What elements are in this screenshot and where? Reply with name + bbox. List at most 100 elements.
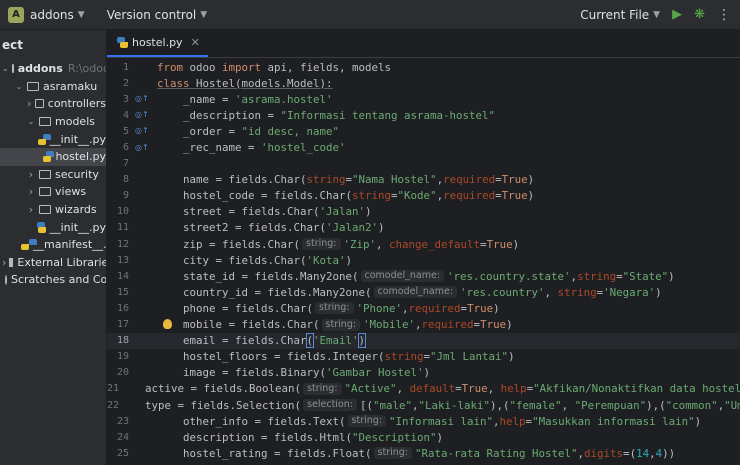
gutter[interactable] — [129, 204, 157, 220]
gutter[interactable] — [129, 75, 157, 91]
chevron-right-icon[interactable]: › — [26, 97, 32, 110]
line-number[interactable]: 23 — [107, 416, 129, 427]
line-number[interactable]: 21 — [107, 383, 119, 394]
code-line[interactable]: 25 hostel_rating = fields.Float(string: "… — [107, 445, 740, 461]
line-number[interactable]: 17 — [107, 319, 129, 330]
line-number[interactable]: 4 — [107, 110, 129, 121]
line-number[interactable]: 12 — [107, 239, 129, 250]
line-number[interactable]: 1 — [107, 62, 129, 73]
line-number[interactable]: 7 — [107, 158, 129, 169]
line-number[interactable]: 15 — [107, 287, 129, 298]
code-line[interactable]: 7 — [107, 156, 740, 172]
line-number[interactable]: 5 — [107, 126, 129, 137]
tree-item[interactable]: Scratches and Consoles — [0, 271, 106, 289]
gutter[interactable] — [129, 188, 157, 204]
code-line[interactable]: 15 country_id = fields.Many2one(comodel_… — [107, 284, 740, 300]
line-number[interactable]: 19 — [107, 351, 129, 362]
line-number[interactable]: 20 — [107, 367, 129, 378]
code-line[interactable]: 2 class Hostel(models.Model): — [107, 75, 740, 91]
code-line[interactable]: 8 name = fields.Char(string = "Nama Hostel… — [107, 172, 740, 188]
gutter[interactable] — [129, 156, 157, 172]
chevron-right-icon[interactable]: › — [26, 168, 36, 181]
code-line[interactable]: 13 city = fields.Char('Kota') — [107, 252, 740, 268]
line-number[interactable]: 9 — [107, 190, 129, 201]
tree-item[interactable]: ⌄ models — [0, 113, 106, 131]
code-line[interactable]: 5 ◎↑ _order = "id desc, name" — [107, 123, 740, 139]
chevron-right-icon[interactable]: › — [26, 203, 36, 216]
close-icon[interactable]: ✕ — [191, 36, 200, 49]
line-number[interactable]: 8 — [107, 174, 129, 185]
line-number[interactable]: 16 — [107, 303, 129, 314]
run-icon[interactable]: ▶ — [672, 7, 682, 22]
code-line[interactable]: 9 hostel_code = fields.Char(string = "Kode… — [107, 188, 740, 204]
line-number[interactable]: 14 — [107, 271, 129, 282]
run-config-selector[interactable]: Current File — [580, 8, 649, 22]
code-line[interactable]: 14 state_id = fields.Many2one(comodel_na… — [107, 268, 740, 284]
chevron-right-icon[interactable]: › — [26, 185, 36, 198]
code-line[interactable]: 18 email = fields.Char('Email') — [107, 332, 740, 349]
tree-item[interactable]: › security — [0, 166, 106, 184]
tree-item[interactable]: hostel.py — [0, 147, 106, 166]
gutter[interactable] — [129, 300, 157, 316]
project-badge[interactable]: A — [8, 6, 24, 23]
code-line[interactable]: 4 ◎↑ _description = "Informasi tentang as… — [107, 107, 740, 123]
gutter[interactable] — [129, 413, 157, 429]
tree-item[interactable]: __init__.py — [0, 130, 106, 148]
tree-item[interactable]: › controllers — [0, 95, 106, 113]
gutter[interactable] — [129, 333, 157, 349]
tab-hostel-py[interactable]: hostel.py ✕ — [107, 29, 208, 57]
gutter[interactable] — [129, 445, 157, 461]
line-number[interactable]: 6 — [107, 142, 129, 153]
line-number[interactable]: 24 — [107, 432, 129, 443]
override-marker-icon[interactable]: ◎↑ — [135, 110, 149, 119]
chevron-down-icon[interactable]: ▼ — [200, 10, 207, 20]
gutter[interactable] — [129, 317, 172, 333]
tree-item[interactable]: › External Libraries — [0, 254, 106, 272]
chevron-down-icon[interactable]: ⌄ — [26, 117, 36, 126]
line-number[interactable]: 11 — [107, 222, 129, 233]
code-line[interactable]: 12 zip = fields.Char(string: 'Zip', chang… — [107, 236, 740, 252]
gutter[interactable]: ◎↑ — [129, 140, 157, 156]
chevron-down-icon[interactable]: ▼ — [653, 10, 660, 20]
gutter[interactable] — [129, 268, 157, 284]
gutter[interactable]: ◎↑ — [129, 107, 157, 123]
gutter[interactable] — [129, 59, 157, 75]
more-icon[interactable]: ⋮ — [717, 7, 731, 23]
gutter[interactable] — [129, 349, 157, 365]
code-line[interactable]: 1 from odoo import api, fields, models — [107, 59, 740, 75]
code-line[interactable]: 16 phone = fields.Char(string: 'Phone', re… — [107, 300, 740, 316]
gutter[interactable] — [129, 220, 157, 236]
code-line[interactable]: 22 type = fields.Selection(selection:[("… — [107, 397, 740, 413]
code-line[interactable]: 10 street = fields.Char('Jalan') — [107, 204, 740, 220]
gutter[interactable] — [129, 236, 157, 252]
override-marker-icon[interactable]: ◎↑ — [135, 94, 149, 103]
line-number[interactable]: 22 — [107, 400, 119, 411]
code-line[interactable]: 17 mobile = fields.Char(string: 'Mobile',… — [107, 317, 740, 333]
code-editor[interactable]: 1 from odoo import api, fields, models 2 cl… — [107, 59, 740, 461]
tree-item[interactable]: › wizards — [0, 201, 106, 219]
lightbulb-icon[interactable] — [163, 318, 172, 329]
debug-icon[interactable]: ❋ — [694, 7, 705, 22]
code-line[interactable]: 6 ◎↑ _rec_name = 'hostel_code' — [107, 139, 740, 155]
code-line[interactable]: 24 description = fields.Html("Descriptio… — [107, 429, 740, 445]
gutter[interactable] — [129, 284, 157, 300]
gutter[interactable] — [129, 365, 157, 381]
line-number[interactable]: 3 — [107, 94, 129, 105]
gutter[interactable]: ◎↑ — [129, 123, 157, 139]
code-line[interactable]: 23 other_info = fields.Text(string: "Info… — [107, 413, 740, 429]
tree-item[interactable]: __init__.py — [0, 218, 106, 236]
line-number[interactable]: 13 — [107, 255, 129, 266]
override-marker-icon[interactable]: ◎↑ — [135, 126, 149, 135]
gutter[interactable]: ◎↑ — [129, 91, 157, 107]
tree-item[interactable]: › views — [0, 183, 106, 201]
gutter[interactable] — [129, 172, 157, 188]
code-line[interactable]: 3 ◎↑ _name = 'asrama.hostel' — [107, 91, 740, 107]
chevron-down-icon[interactable]: ▼ — [78, 10, 85, 20]
code-line[interactable]: 11 street2 = fields.Char('Jalan2') — [107, 220, 740, 236]
override-marker-icon[interactable]: ◎↑ — [135, 143, 149, 152]
tree-item[interactable]: ⌄ asramaku — [0, 78, 106, 96]
tree-item[interactable]: __manifest__.py — [0, 236, 106, 254]
project-name[interactable]: addons — [30, 8, 74, 22]
chevron-right-icon[interactable]: › — [2, 256, 6, 269]
code-line[interactable]: 19 hostel_floors = fields.Integer(string… — [107, 349, 740, 365]
